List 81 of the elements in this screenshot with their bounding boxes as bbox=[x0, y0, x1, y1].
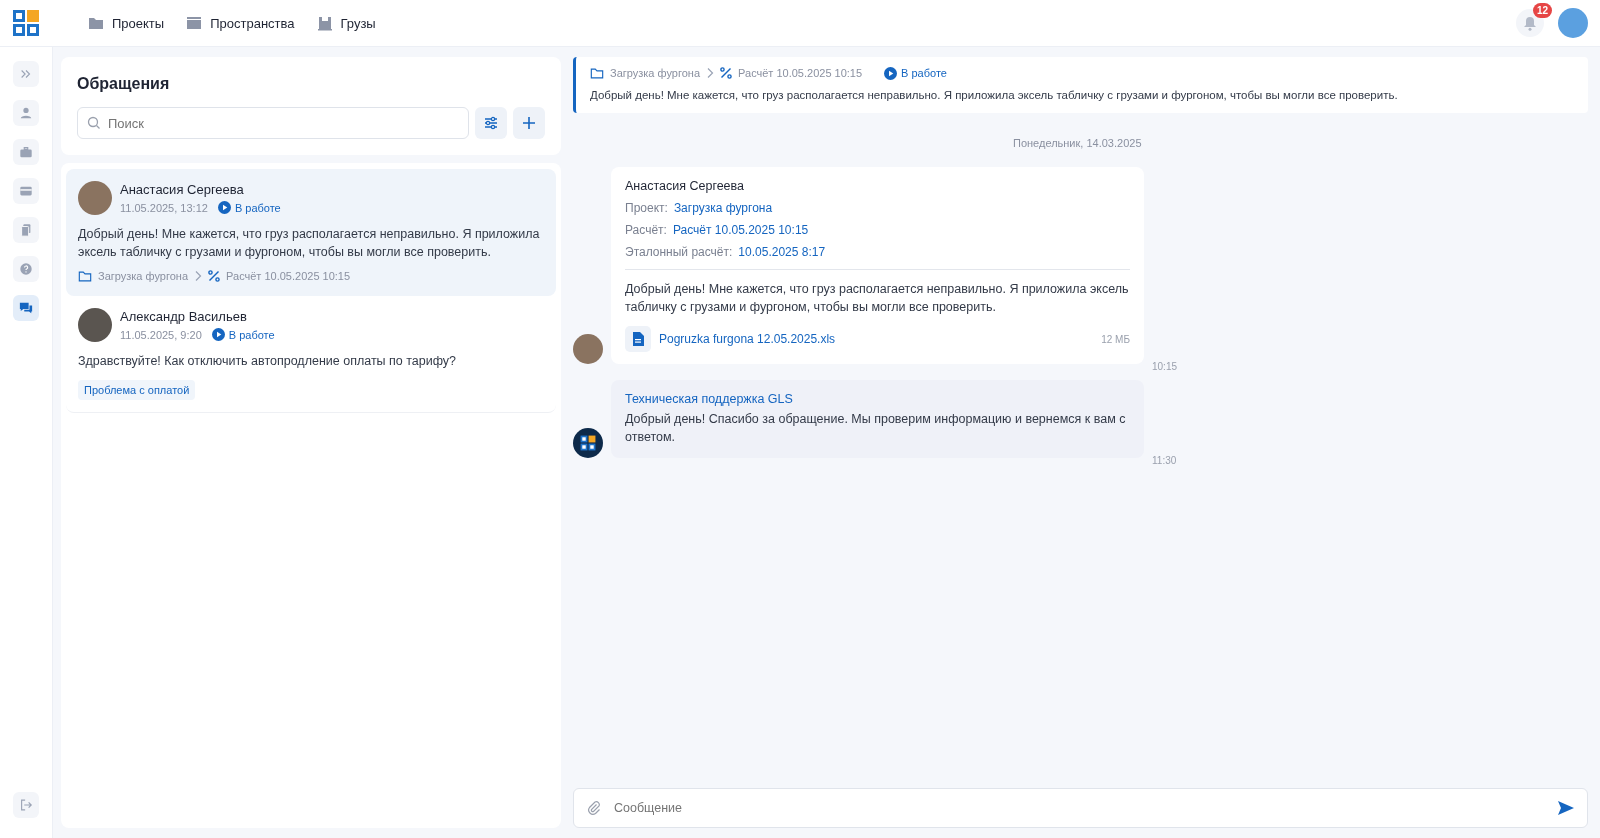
briefcase-icon bbox=[19, 145, 33, 159]
logout-icon bbox=[19, 798, 33, 812]
calculation-link[interactable]: Расчёт 10.05.2025 10:15 bbox=[738, 67, 863, 79]
nav-link[interactable]: Проекты bbox=[88, 15, 165, 31]
field-link[interactable]: Загрузка фургона bbox=[673, 201, 773, 215]
status-label: В работе bbox=[901, 67, 947, 79]
field-link[interactable]: 10.05.2025 8:17 bbox=[738, 245, 826, 259]
ticket-tag: Проблема с оплатой bbox=[78, 380, 196, 400]
message-text: Добрый день! Мне кажется, что груз располагается неправильно. Я приложила эксель табличку с грузами и фургоном, чтобы вы могли все проверить. bbox=[625, 281, 1130, 316]
plus-icon bbox=[523, 117, 535, 129]
message-author: Техническая поддержка GLS bbox=[625, 392, 794, 406]
ticket-item[interactable]: Александр Васильев 11.05.2025, 9:20 В работе Здравствуйте! Как отключить автопродление оплаты по тарифу? Проблема с оплатой bbox=[66, 296, 556, 413]
logo-icon bbox=[580, 435, 596, 451]
ticket-date: 11.05.2025, 9:20 bbox=[120, 328, 202, 341]
file-link[interactable]: Pogruzka furgona 12.05.2025.xls bbox=[659, 332, 1094, 346]
percent-icon bbox=[720, 67, 733, 79]
stack-icon bbox=[186, 15, 203, 31]
sidebar-button[interactable] bbox=[13, 295, 39, 321]
avatar bbox=[573, 334, 603, 364]
message-time: 10:15 bbox=[1152, 361, 1178, 372]
search-icon bbox=[87, 116, 101, 130]
project-link[interactable]: Загрузка фургона bbox=[610, 67, 701, 79]
sliders-icon bbox=[484, 116, 498, 130]
field-label: Эталонный расчёт: bbox=[625, 245, 733, 259]
avatar bbox=[78, 181, 112, 215]
message-time: 11:30 bbox=[1152, 455, 1177, 466]
play-icon bbox=[211, 328, 225, 341]
message-composer[interactable]: Сообщение bbox=[573, 788, 1588, 828]
document-icon bbox=[632, 332, 644, 346]
sidebar-button[interactable] bbox=[13, 256, 39, 282]
sidebar-button[interactable] bbox=[13, 139, 39, 165]
sidebar-button[interactable] bbox=[13, 100, 39, 126]
folder-icon bbox=[88, 15, 104, 31]
file-button[interactable] bbox=[625, 326, 651, 352]
chevron-right-icon bbox=[194, 270, 203, 282]
field-label: Расчёт: bbox=[625, 223, 667, 237]
avatar bbox=[78, 308, 112, 342]
status-label: В работе bbox=[228, 328, 275, 341]
file-size: 12 МБ bbox=[1101, 333, 1130, 345]
card-icon bbox=[19, 184, 33, 198]
pinned-text: Добрый день! Мне кажется, что груз располагается неправильно. Я приложила эксель табличку с грузами и фургоном, чтобы вы могли все проверить. bbox=[590, 88, 1399, 103]
message-field[interactable]: Сообщение bbox=[612, 800, 1547, 816]
chevron-right-icon bbox=[706, 67, 715, 79]
add-button[interactable] bbox=[513, 107, 545, 139]
nav-link[interactable]: Пространства bbox=[186, 15, 295, 31]
message-author: Анастасия Сергеева bbox=[625, 179, 746, 193]
send-button[interactable] bbox=[1557, 800, 1575, 816]
sidebar-button[interactable] bbox=[13, 217, 39, 243]
field-label: Проект: bbox=[625, 201, 668, 215]
documents-icon bbox=[19, 223, 33, 237]
message-text: Добрый день! Спасибо за обращение. Мы проверим информацию и вернемся к вам с ответом. bbox=[625, 411, 1127, 446]
field-link[interactable]: Расчёт 10.05.2025 10:15 bbox=[672, 223, 809, 237]
folder-icon bbox=[78, 269, 92, 283]
folder-icon bbox=[590, 66, 604, 80]
panel-title: Обращения bbox=[77, 75, 171, 93]
play-icon bbox=[217, 201, 231, 214]
play-icon bbox=[884, 66, 898, 80]
attach-button[interactable] bbox=[586, 800, 602, 816]
search-field[interactable]: Поиск bbox=[77, 107, 469, 139]
status-label: В работе bbox=[234, 201, 281, 214]
sidebar-button[interactable] bbox=[13, 178, 39, 204]
box-icon bbox=[316, 15, 333, 31]
ticket-text: Добрый день! Мне кажется, что груз располагается неправильно. Я приложила эксель табличку с грузами и фургоном, чтобы вы могли все проверить. bbox=[78, 226, 541, 261]
ticket-text: Здравствуйте! Как отключить автопродление оплаты по тарифу? bbox=[78, 353, 458, 370]
user-icon bbox=[19, 106, 33, 120]
chat-icon bbox=[19, 301, 33, 315]
bell-icon bbox=[1523, 15, 1537, 31]
ticket-author: Анастасия Сергеева bbox=[120, 182, 245, 197]
expand-icon bbox=[19, 67, 33, 81]
date-separator: Понедельник, 14.03.2025 bbox=[1013, 137, 1142, 149]
notification-badge: 12 bbox=[1532, 3, 1552, 18]
logo-icon bbox=[12, 9, 40, 37]
filter-button[interactable] bbox=[475, 107, 507, 139]
paperclip-icon bbox=[586, 800, 602, 816]
percent-icon bbox=[208, 270, 221, 282]
nav-link[interactable]: Грузы bbox=[316, 15, 376, 31]
ticket-date: 11.05.2025, 13:12 bbox=[120, 201, 208, 214]
help-icon bbox=[19, 262, 33, 276]
ticket-author: Александр Васильев bbox=[120, 309, 248, 324]
send-icon bbox=[1557, 800, 1575, 816]
user-avatar[interactable] bbox=[1558, 8, 1588, 38]
